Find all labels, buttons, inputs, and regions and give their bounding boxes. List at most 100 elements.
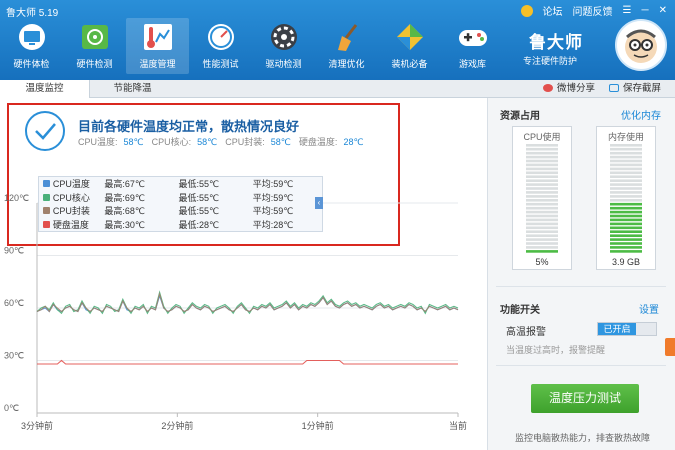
camera-icon	[608, 84, 619, 92]
feedback-link[interactable]: 问题反馈	[573, 3, 613, 18]
memory-usage-segment	[610, 210, 642, 214]
close-icon[interactable]: ✕	[659, 5, 667, 16]
nav-label: 温度管理	[139, 59, 176, 69]
divider	[496, 286, 666, 287]
monitor-icon	[15, 21, 49, 53]
memory-usage-segment	[610, 199, 642, 202]
top-bar: 鲁大师 5.19 论坛 问题反馈 ☰ ─ ✕ 硬件体检 硬件检测 温度管理 性能…	[0, 0, 675, 80]
x-tick-label: 2分钟前	[161, 420, 193, 431]
y-tick-label: 30℃	[4, 351, 24, 361]
brand: 鲁大师 专注硬件防护	[517, 19, 667, 74]
nav-item-hardware-checkup[interactable]: 硬件体检	[0, 18, 63, 74]
tab-energy-saving[interactable]: 节能降温	[90, 80, 175, 98]
cpu-usage-segment	[526, 167, 558, 171]
high-temp-alarm-toggle[interactable]: 已开启	[597, 322, 657, 336]
cpu-usage-segment	[526, 222, 558, 226]
legend-row: CPU封装 最高:68℃ 最低:55℃ 平均:59℃	[39, 204, 322, 218]
resources-title: 资源占用	[500, 111, 540, 122]
memory-usage-segment	[610, 202, 642, 206]
nav-label: 性能测试	[202, 59, 239, 69]
memory-usage-segment	[610, 175, 642, 178]
memory-usage-segment	[610, 163, 642, 167]
gauge-icon	[204, 21, 238, 53]
memory-usage-segment	[610, 234, 642, 237]
cpu-usage-segment	[526, 155, 558, 159]
memory-usage-segment	[610, 144, 642, 147]
legend-collapse-icon[interactable]: ‹	[315, 197, 323, 209]
gamepad-icon	[456, 21, 490, 53]
y-tick-label: 0℃	[4, 403, 19, 413]
memory-usage-segment	[610, 214, 642, 218]
stress-test-note: 监控电脑散热能力，排查散热故障	[515, 433, 651, 443]
nav-item-performance[interactable]: 性能测试	[189, 18, 252, 74]
coin-icon[interactable]	[520, 4, 533, 17]
nav-item-games[interactable]: 游戏库	[441, 18, 504, 74]
weibo-share-button[interactable]: 微博分享	[542, 80, 595, 98]
x-tick-label: 3分钟前	[21, 420, 53, 431]
settings-link[interactable]: 设置	[639, 301, 659, 316]
memory-usage-segment	[610, 191, 642, 194]
side-panel: 资源占用 优化内存 CPU使用 5% 内存使用 3.9 GB 功能开关 设置 高…	[487, 98, 675, 450]
memory-usage-segment	[610, 250, 642, 253]
menu-icon[interactable]: ☰	[623, 5, 632, 16]
cpu-usage-segment	[526, 234, 558, 237]
cpu-usage-segment	[526, 187, 558, 190]
minimize-icon[interactable]: ─	[642, 5, 649, 16]
memory-usage-segment	[610, 230, 642, 233]
series-line-硬盘温度	[37, 359, 458, 365]
memory-usage-segment	[610, 238, 642, 241]
driver-icon	[267, 21, 301, 53]
cpu-usage-segment	[526, 230, 558, 233]
nav-item-essentials[interactable]: 装机必备	[378, 18, 441, 74]
cpu-usage-segment	[526, 163, 558, 167]
memory-usage-label: 内存使用	[607, 132, 644, 142]
nav-item-driver[interactable]: 驱动检测	[252, 18, 315, 74]
cpu-usage-segment	[526, 210, 558, 214]
alarm-hint: 当温度过高时，报警提醒	[506, 345, 606, 355]
legend-row: CPU核心 最高:69℃ 最低:55℃ 平均:59℃	[39, 191, 322, 205]
cpu-usage-segment	[526, 175, 558, 178]
cpu-usage-label: CPU使用	[523, 132, 561, 142]
nav-label: 游戏库	[458, 59, 486, 69]
memory-usage-bars	[610, 144, 642, 253]
nav-item-cleanup[interactable]: 清理优化	[315, 18, 378, 74]
y-tick-label: 60℃	[4, 298, 24, 308]
memory-usage-segment	[610, 187, 642, 190]
y-tick-label: 90℃	[4, 246, 24, 256]
package-icon	[393, 21, 427, 53]
memory-usage-segment	[610, 218, 642, 222]
cpu-usage-segment	[526, 242, 558, 245]
feedback-side-tab[interactable]	[665, 338, 675, 356]
optimize-memory-link[interactable]: 优化内存	[621, 107, 661, 122]
legend-swatch	[43, 193, 50, 201]
cpu-usage-segment	[526, 179, 558, 182]
memory-usage-value: 3.9 GB	[611, 257, 640, 267]
cpu-usage-segment	[526, 199, 558, 202]
cpu-usage-segment	[526, 226, 558, 230]
memory-usage-segment	[610, 195, 642, 198]
memory-usage-segment	[610, 151, 642, 155]
nav-label: 硬件体检	[13, 59, 50, 69]
memory-usage-segment	[610, 226, 642, 230]
cpu-usage-bars	[526, 144, 558, 253]
nav-label: 装机必备	[391, 59, 428, 69]
nav-item-hardware-detect[interactable]: 硬件检测	[63, 18, 126, 74]
top-links: 论坛 问题反馈 ☰ ─ ✕	[520, 3, 667, 18]
high-temp-alarm-label: 高温报警	[506, 327, 546, 338]
weibo-icon	[542, 84, 553, 92]
series-line-CPU封装	[36, 291, 459, 313]
legend-row: CPU温度 最高:67℃ 最低:55℃ 平均:59℃	[39, 177, 322, 191]
memory-usage-segment	[610, 147, 642, 151]
save-screenshot-button[interactable]: 保存截屏	[608, 80, 661, 98]
forum-link[interactable]: 论坛	[543, 3, 563, 18]
cpu-usage-segment	[526, 246, 558, 249]
mascot-avatar[interactable]	[615, 19, 667, 71]
brand-slogan: 专注硬件防护	[523, 56, 578, 66]
tab-temperature-monitor[interactable]: 温度监控	[0, 80, 90, 98]
nav-item-temperature[interactable]: 温度管理	[126, 18, 189, 74]
memory-usage-segment	[610, 206, 642, 210]
legend-swatch	[43, 180, 50, 188]
stress-test-button[interactable]: 温度压力测试	[531, 384, 639, 413]
memory-usage-segment	[610, 159, 642, 163]
cpu-usage-segment	[526, 238, 558, 241]
